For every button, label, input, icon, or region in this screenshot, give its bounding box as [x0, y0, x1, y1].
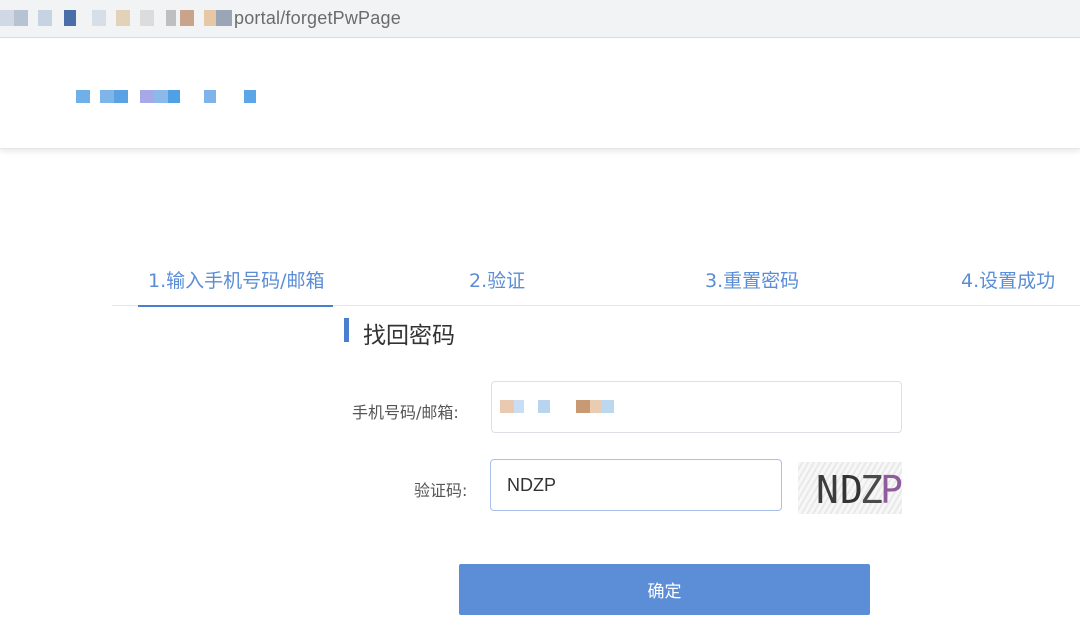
account-label: 手机号码/邮箱:: [352, 403, 459, 422]
step-1: 1.输入手机号码/邮箱: [138, 266, 333, 307]
site-header: [0, 39, 1080, 149]
step-3: 3.重置密码: [705, 270, 800, 292]
captcha-char: P: [880, 468, 902, 512]
url-text: portal/forgetPwPage: [234, 8, 401, 28]
captcha-input[interactable]: [490, 459, 782, 511]
title-accent-bar: [344, 318, 349, 342]
step-4: 4.设置成功: [961, 270, 1056, 292]
captcha-label: 验证码:: [414, 481, 468, 500]
form-title: 找回密码: [363, 323, 455, 349]
address-bar[interactable]: portal/forgetPwPage: [0, 0, 1080, 38]
confirm-button[interactable]: 确定: [459, 564, 870, 615]
account-input[interactable]: [491, 381, 902, 433]
captcha-image[interactable]: N D Z P: [798, 462, 902, 514]
captcha-char: N: [816, 468, 839, 512]
step-indicator: 1.输入手机号码/邮箱 2.验证 3.重置密码 4.设置成功: [112, 258, 1080, 307]
step-2: 2.验证: [469, 270, 526, 292]
